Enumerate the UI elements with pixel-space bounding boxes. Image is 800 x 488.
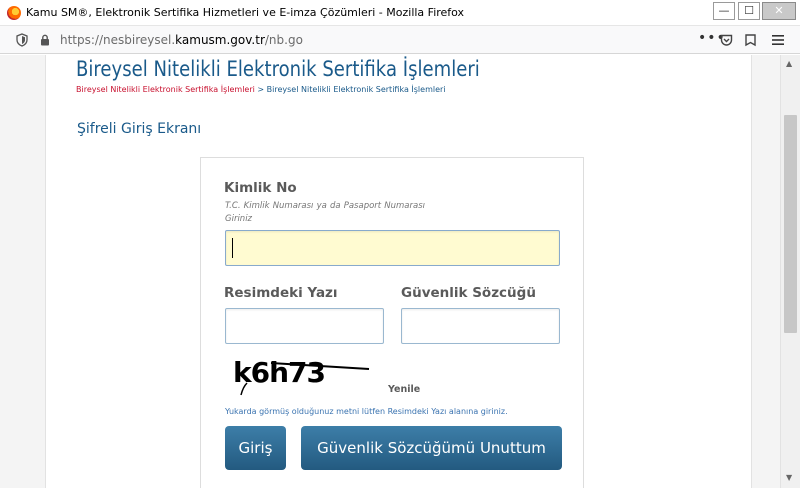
resimdeki-yazi-label: Resimdeki Yazı (224, 285, 338, 301)
lock-icon[interactable] (39, 34, 51, 46)
url-domain: kamusm.gov.tr (175, 33, 265, 47)
minimize-button[interactable]: — (713, 2, 735, 20)
shield-icon[interactable] (16, 33, 28, 47)
login-button[interactable]: Giriş (225, 426, 286, 470)
scrollbar-thumb[interactable] (784, 115, 797, 333)
page-scrollbar[interactable]: ▲ ▼ (780, 55, 800, 488)
browser-navbar: https://nesbireysel.kamusm.gov.tr/nb.go … (0, 26, 800, 54)
close-button[interactable]: ✕ (762, 2, 796, 20)
forgot-security-word-button[interactable]: Güvenlik Sözcüğümü Unuttum (301, 426, 562, 470)
breadcrumb: Bireysel Nitelikli Elektronik Sertifika … (76, 85, 446, 94)
login-panel: Kimlik No T.C. Kimlik Numarası ya da Pas… (200, 157, 584, 488)
captcha-refresh-link[interactable]: Yenile (388, 384, 420, 395)
firefox-icon (7, 6, 21, 20)
scroll-up-icon[interactable]: ▲ (786, 59, 792, 68)
url-bar[interactable]: https://nesbireysel.kamusm.gov.tr/nb.go (60, 33, 303, 47)
kimlik-no-input[interactable] (225, 230, 560, 266)
window-title: Kamu SM®, Elektronik Sertifika Hizmetler… (26, 6, 465, 19)
maximize-button[interactable]: ☐ (738, 2, 760, 20)
page-viewport: Bireysel Nitelikli Elektronik Sertifika … (0, 55, 780, 488)
url-path: /nb.go (264, 33, 303, 47)
hamburger-menu-icon[interactable] (772, 34, 784, 46)
url-prefix: https://nesbireysel. (60, 33, 176, 47)
kimlik-no-label: Kimlik No (224, 180, 297, 196)
section-title: Şifreli Giriş Ekranı (77, 121, 202, 137)
scroll-down-icon[interactable]: ▼ (786, 473, 792, 482)
page-title: Bireysel Nitelikli Elektronik Sertifika … (76, 57, 480, 81)
kimlik-no-hint: T.C. Kimlik Numarası ya da Pasaport Numa… (225, 201, 425, 224)
captcha-image: k6h73 (233, 356, 370, 396)
guvenlik-sozcugu-label: Güvenlik Sözcüğü (401, 285, 536, 301)
window-titlebar: Kamu SM®, Elektronik Sertifika Hizmetler… (0, 0, 800, 26)
resimdeki-yazi-input[interactable] (225, 308, 384, 344)
breadcrumb-current: Bireysel Nitelikli Elektronik Sertifika … (266, 85, 446, 94)
puzzle-icon[interactable] (744, 33, 757, 47)
text-caret (232, 238, 233, 258)
captcha-note: Yukarda görmüş olduğunuz metni lütfen Re… (225, 407, 508, 416)
pocket-icon[interactable] (720, 34, 733, 47)
breadcrumb-separator: > (254, 85, 267, 94)
guvenlik-sozcugu-input[interactable] (401, 308, 560, 344)
breadcrumb-link[interactable]: Bireysel Nitelikli Elektronik Sertifika … (76, 85, 255, 94)
page-container: Bireysel Nitelikli Elektronik Sertifika … (45, 55, 752, 488)
